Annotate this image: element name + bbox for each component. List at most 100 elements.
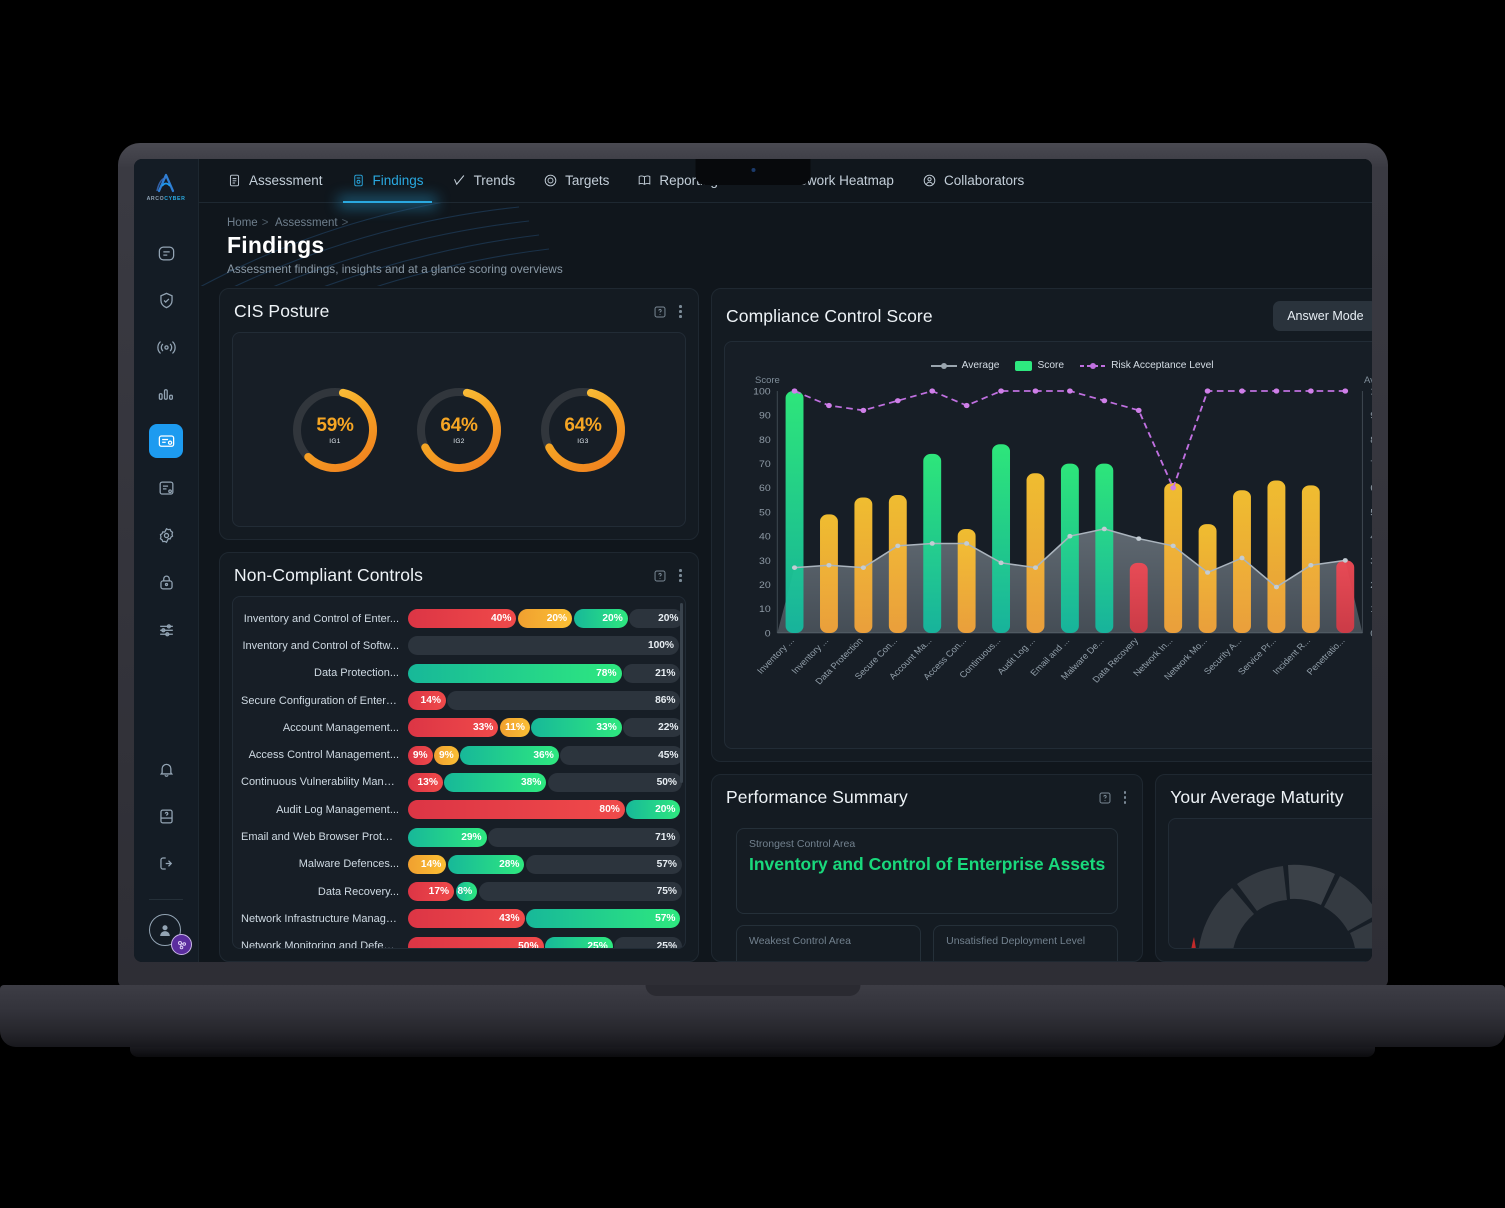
tab-trends[interactable]: Trends <box>438 159 530 203</box>
chart-bar[interactable] <box>785 391 804 633</box>
svg-text:100: 100 <box>753 387 771 397</box>
tab-findings[interactable]: Findings <box>337 159 438 203</box>
non-compliant-row[interactable]: Account Management... 33% 11% 33% 22% <box>241 714 684 741</box>
chart-bar[interactable] <box>1198 524 1217 633</box>
bar-segment-green: 8% <box>455 882 478 902</box>
legend-item-average[interactable]: Average <box>930 360 999 371</box>
average-maturity-card: Your Average Maturity <box>1155 774 1372 962</box>
cis-posture-body: 59% IG1 64% IG2 64% IG3 <box>232 332 686 527</box>
breadcrumb-home[interactable]: Home <box>227 217 258 229</box>
sidebar-item-settings[interactable] <box>149 518 183 552</box>
card-header: Compliance Control Score Answer Mode <box>712 289 1372 341</box>
gauge-label: 64% IG3 <box>537 384 629 476</box>
avatar-group[interactable] <box>149 914 192 955</box>
chart-bar[interactable] <box>1060 463 1079 633</box>
non-compliant-row[interactable]: Access Control Management... 9% 9% 36% 45% <box>241 741 684 768</box>
non-compliant-row[interactable]: Secure Configuration of Enterp... 14% 86% <box>241 687 681 714</box>
chart-bar[interactable] <box>1164 482 1183 633</box>
chart-bar[interactable] <box>1336 560 1355 633</box>
left-column: CIS Posture 59% IG1 64% IG2 64% IG3 Non-… <box>219 288 699 962</box>
brand-text: ARCOCYBER <box>147 196 186 202</box>
tab-collaborators[interactable]: Collaborators <box>908 159 1038 203</box>
tab-assessment[interactable]: Assessment <box>213 159 337 203</box>
chart-bar[interactable] <box>1095 463 1114 633</box>
average-point <box>1032 565 1039 570</box>
sidebar-item-home[interactable] <box>149 236 183 270</box>
chart-bar[interactable] <box>1129 562 1148 633</box>
non-compliant-row[interactable]: Email and Web Browser Protecti... 29% 71% <box>241 823 681 850</box>
non-compliant-row[interactable]: Malware Defences... 14% 28% 57% <box>241 851 682 878</box>
help-icon[interactable] <box>653 569 667 583</box>
trend-icon <box>453 175 464 186</box>
non-compliant-row[interactable]: Data Protection... 78% 21% <box>241 660 681 687</box>
risk-point <box>929 388 936 394</box>
bar-segment-green: 20% <box>573 609 628 629</box>
gauge-ig1: 59% IG1 <box>289 384 381 476</box>
chart-bar[interactable] <box>888 495 907 633</box>
scrollbar-thumb[interactable] <box>680 603 683 783</box>
tab-targets[interactable]: Targets <box>529 159 623 203</box>
chart-bar[interactable] <box>1026 473 1045 633</box>
sidebar-item-notifications[interactable] <box>149 752 183 786</box>
sidebar-item-help[interactable] <box>149 799 183 833</box>
page-header: Home > Assessment > Findings Assessment fi… <box>199 203 1372 286</box>
chart-bar[interactable] <box>820 514 838 633</box>
bar-segment-gray: 75% <box>478 882 682 902</box>
sidebar-item-analytics[interactable] <box>149 377 183 411</box>
svg-text:90: 90 <box>759 411 771 421</box>
brand-logo[interactable]: ARCOCYBER <box>147 173 186 202</box>
average-point <box>791 565 798 570</box>
control-name: Data Protection... <box>314 667 399 680</box>
card-header: Non-Compliant Controls <box>220 553 698 596</box>
risk-point <box>860 407 867 413</box>
non-compliant-row[interactable]: Network Monitoring and Defence... 50% 25% 2… <box>241 933 682 948</box>
sidebar-item-access[interactable] <box>149 565 183 599</box>
non-compliant-row[interactable]: Network Infrastructure Managem... 43% 57% <box>241 905 681 932</box>
breadcrumb-separator: > <box>261 217 269 229</box>
chart-bar[interactable] <box>1233 490 1251 633</box>
answer-mode-button[interactable]: Answer Mode <box>1273 301 1372 331</box>
sidebar-item-broadcast[interactable] <box>149 330 183 364</box>
average-point <box>1239 555 1245 561</box>
average-point <box>1273 584 1279 590</box>
non-compliant-row[interactable]: Inventory and Control of Enter... 40% 20% 2… <box>241 605 684 632</box>
maturity-donut-svg <box>1191 864 1372 948</box>
control-name: Malware Defences... <box>298 858 399 871</box>
average-point <box>1308 562 1314 568</box>
bar-segment-green: 28% <box>447 854 525 874</box>
legend-item-risk[interactable]: Risk Acceptance Level <box>1080 360 1214 371</box>
chart-bar[interactable] <box>1301 485 1320 633</box>
compliance-control-score-card: Compliance Control Score Answer Mode Ave… <box>711 288 1372 762</box>
more-options-icon[interactable] <box>679 569 682 582</box>
gauge-percent: 64% <box>564 414 602 436</box>
breadcrumb-assessment[interactable]: Assessment <box>275 217 338 229</box>
sidebar-item-reports[interactable] <box>149 471 183 505</box>
sidebar-item-assessments[interactable] <box>149 424 183 458</box>
card-title: Non-Compliant Controls <box>234 565 423 585</box>
chart-bar[interactable] <box>854 497 873 633</box>
non-compliant-row[interactable]: Inventory and Control of Softw... 100% <box>241 632 679 659</box>
legend-item-score[interactable]: Score <box>1015 360 1064 371</box>
bar-chart-icon <box>158 388 173 400</box>
breadcrumb: Home > Assessment > <box>227 217 1372 229</box>
non-compliant-row[interactable]: Data Recovery... 17% 8% 75% <box>241 878 682 905</box>
risk-point <box>894 398 901 404</box>
chart-plot: Score Average 0 0 10 10 20 20 30 30 40 40 50 50 60 60… <box>733 375 1372 705</box>
strongest-control-label: Strongest Control Area <box>749 838 856 850</box>
sidebar-item-security[interactable] <box>149 283 183 317</box>
help-icon[interactable] <box>653 305 667 319</box>
chart-bar[interactable] <box>992 444 1011 633</box>
bar-segment-gray: 21% <box>623 663 681 683</box>
more-options-icon[interactable] <box>679 305 682 318</box>
more-options-icon[interactable] <box>1123 791 1127 804</box>
stacked-bar: 13% 38% 50% <box>408 772 682 792</box>
sidebar-item-preferences[interactable] <box>149 612 183 646</box>
bar-segment-orange: 9% <box>434 745 459 765</box>
chart-bar[interactable] <box>1267 480 1286 633</box>
non-compliant-row[interactable]: Audit Log Management... 80% 20% <box>241 796 681 823</box>
avatar-badge[interactable] <box>171 934 192 955</box>
non-compliant-row[interactable]: Continuous Vulnerability Manag... 13% 38% 5… <box>241 769 682 796</box>
stacked-bar: 78% 21% <box>408 663 681 683</box>
help-icon[interactable] <box>1098 791 1112 805</box>
sidebar-item-logout[interactable] <box>149 846 183 880</box>
